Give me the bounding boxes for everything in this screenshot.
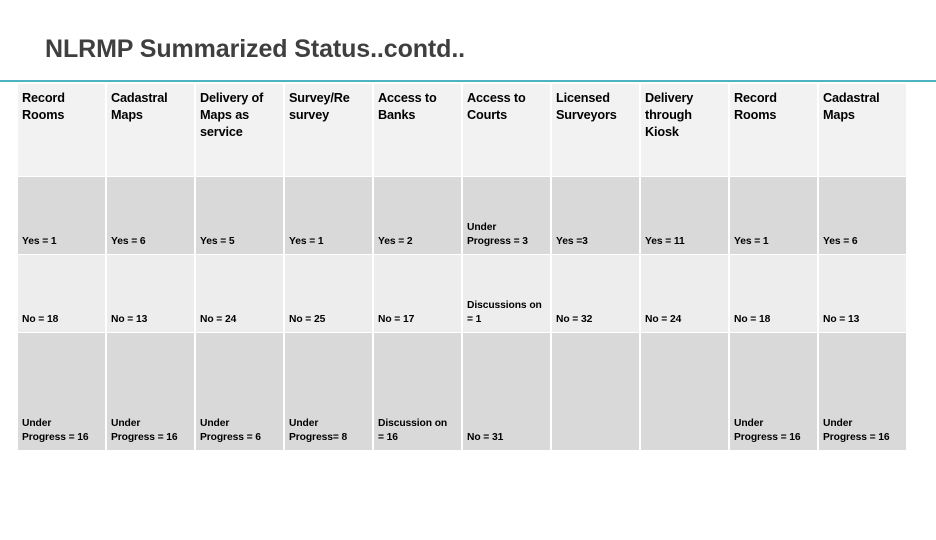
- column-header-label: Record Rooms: [734, 91, 777, 122]
- cell-value: Yes = 6: [111, 236, 146, 248]
- table-cell: No = 25: [285, 255, 372, 332]
- cell-value: No = 24: [645, 314, 682, 326]
- column-header-cadastral-maps-2: Cadastral Maps: [819, 84, 906, 176]
- cell-value: No = 24: [200, 314, 237, 326]
- table-cell: Yes = 11: [641, 177, 728, 254]
- table-cell: Under Progress = 16: [107, 333, 194, 450]
- table-cell: Under Progress= 8: [285, 333, 372, 450]
- table-cell: Yes = 6: [819, 177, 906, 254]
- column-header-record-rooms-1: Record Rooms: [18, 84, 105, 176]
- cell-value: Discussions on = 1: [467, 299, 542, 326]
- cell-value: No = 18: [734, 314, 771, 326]
- table-cell: Under Progress = 3: [463, 177, 550, 254]
- cell-value: Under Progress = 6: [200, 417, 261, 444]
- status-table-container: Record Rooms Cadastral Maps Delivery of …: [16, 83, 906, 450]
- cell-value: Yes = 1: [734, 236, 769, 248]
- table-cell: Discussion on = 16: [374, 333, 461, 450]
- cell-value: Under Progress = 3: [467, 221, 528, 248]
- column-header-label: Licensed Surveyors: [556, 91, 617, 122]
- cell-value: Under Progress= 8: [289, 417, 348, 444]
- table-cell: Under Progress = 6: [196, 333, 283, 450]
- cell-value: Yes = 5: [200, 236, 235, 248]
- cell-value: No = 32: [556, 314, 593, 326]
- column-header-access-to-courts: Access to Courts: [463, 84, 550, 176]
- column-header-delivery-of-maps-as-service: Delivery of Maps as service: [196, 84, 283, 176]
- slide-canvas: NLRMP Summarized Status..contd.. Record …: [0, 0, 936, 540]
- table-cell: Under Progress = 16: [18, 333, 105, 450]
- column-header-label: Record Rooms: [22, 91, 65, 122]
- table-cell: Discussions on = 1: [463, 255, 550, 332]
- column-header-label: Access to Courts: [467, 91, 526, 122]
- table-cell: [552, 333, 639, 450]
- cell-value: No = 13: [823, 314, 860, 326]
- cell-value: Yes = 6: [823, 236, 858, 248]
- table-cell: Under Progress = 16: [730, 333, 817, 450]
- cell-value: Yes = 1: [22, 236, 57, 248]
- column-header-licensed-surveyors: Licensed Surveyors: [552, 84, 639, 176]
- column-header-access-to-banks: Access to Banks: [374, 84, 461, 176]
- page-title: NLRMP Summarized Status..contd..: [45, 35, 466, 63]
- table-row: No = 18 No = 13 No = 24 No = 25 No = 17 …: [18, 255, 906, 332]
- table-cell: Yes = 1: [730, 177, 817, 254]
- cell-value: No = 13: [111, 314, 148, 326]
- cell-value: No = 31: [467, 432, 504, 444]
- table-cell: Yes = 1: [18, 177, 105, 254]
- table-cell: Yes =3: [552, 177, 639, 254]
- table-row: Under Progress = 16 Under Progress = 16 …: [18, 333, 906, 450]
- status-table: Record Rooms Cadastral Maps Delivery of …: [16, 83, 908, 451]
- column-header-delivery-through-kiosk: Delivery through Kiosk: [641, 84, 728, 176]
- cell-value: Under Progress = 16: [111, 417, 178, 444]
- table-cell: Yes = 5: [196, 177, 283, 254]
- column-header-label: Access to Banks: [378, 91, 437, 122]
- table-cell: Yes = 6: [107, 177, 194, 254]
- column-header-cadastral-maps-1: Cadastral Maps: [107, 84, 194, 176]
- column-header-label: Survey/Re survey: [289, 91, 350, 122]
- table-row: Yes = 1 Yes = 6 Yes = 5 Yes = 1 Yes = 2 …: [18, 177, 906, 254]
- table-cell: No = 13: [107, 255, 194, 332]
- table-cell: No = 18: [18, 255, 105, 332]
- table-header-row: Record Rooms Cadastral Maps Delivery of …: [18, 84, 906, 176]
- column-header-label: Cadastral Maps: [823, 91, 880, 122]
- cell-value: No = 25: [289, 314, 326, 326]
- cell-value: Under Progress = 16: [823, 417, 890, 444]
- cell-value: Discussion on = 16: [378, 417, 448, 444]
- table-cell: [641, 333, 728, 450]
- cell-value: No = 17: [378, 314, 415, 326]
- table-cell: Yes = 1: [285, 177, 372, 254]
- table-cell: No = 13: [819, 255, 906, 332]
- column-header-label: Delivery of Maps as service: [200, 91, 264, 139]
- title-divider: [0, 80, 936, 82]
- table-cell: Yes = 2: [374, 177, 461, 254]
- table-cell: No = 24: [196, 255, 283, 332]
- table-cell: No = 32: [552, 255, 639, 332]
- cell-value: Under Progress = 16: [734, 417, 801, 444]
- cell-value: Under Progress = 16: [22, 417, 89, 444]
- cell-value: Yes = 2: [378, 236, 413, 248]
- table-cell: Under Progress = 16: [819, 333, 906, 450]
- cell-value: No = 18: [22, 314, 59, 326]
- table-cell: No = 17: [374, 255, 461, 332]
- table-cell: No = 31: [463, 333, 550, 450]
- table-cell: No = 24: [641, 255, 728, 332]
- column-header-label: Delivery through Kiosk: [645, 91, 694, 139]
- cell-value: Yes =3: [556, 236, 588, 248]
- table-cell: No = 18: [730, 255, 817, 332]
- cell-value: Yes = 1: [289, 236, 324, 248]
- column-header-label: Cadastral Maps: [111, 91, 168, 122]
- column-header-record-rooms-2: Record Rooms: [730, 84, 817, 176]
- column-header-survey-resurvey: Survey/Re survey: [285, 84, 372, 176]
- cell-value: Yes = 11: [645, 236, 685, 248]
